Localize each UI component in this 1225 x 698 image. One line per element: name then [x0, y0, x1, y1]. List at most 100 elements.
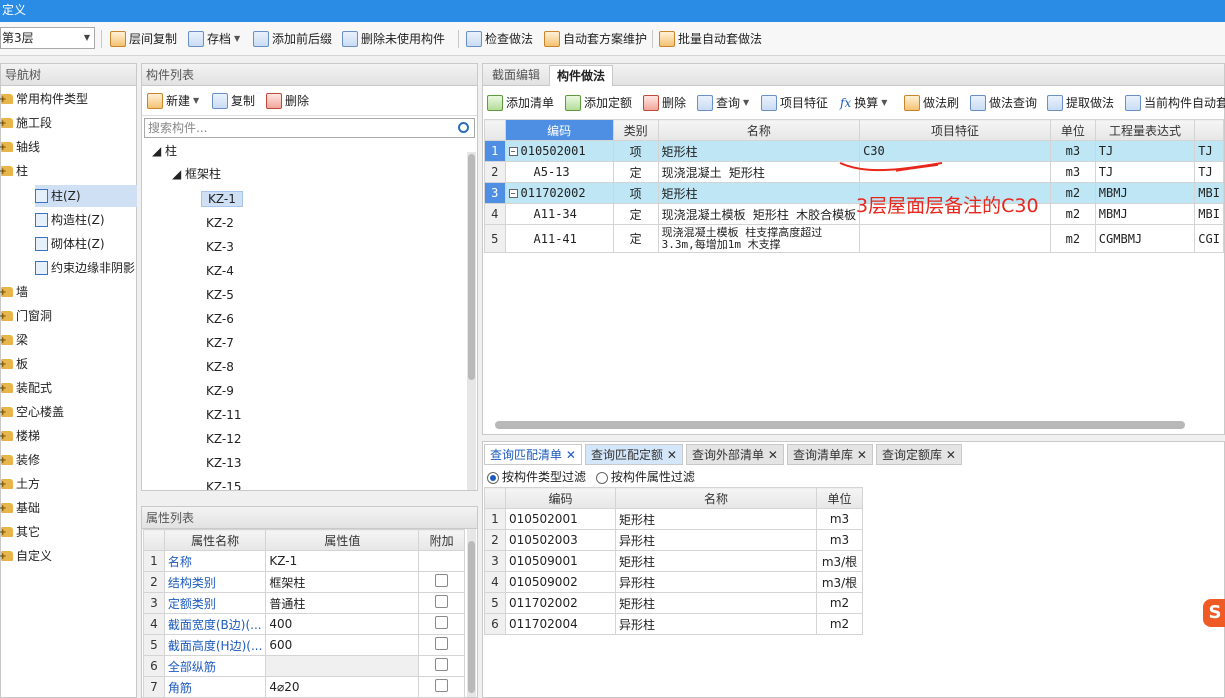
nav-item[interactable]: 楼梯 [0, 425, 40, 448]
nav-item[interactable]: 装配式 [0, 377, 52, 400]
archive-button[interactable]: 存档 ▼ [188, 28, 240, 50]
checkbox[interactable] [435, 658, 449, 671]
component-item[interactable]: KZ-7 [206, 332, 234, 354]
tab-query-match-quota[interactable]: 查询匹配定额 ✕ [585, 444, 683, 465]
item-feature-button[interactable]: 项目特征 [761, 93, 828, 113]
add-list-button[interactable]: 添加清单 [487, 93, 554, 113]
close-icon[interactable]: ✕ [857, 448, 867, 462]
filter-by-type-radio[interactable]: 按构件类型过滤 [487, 470, 586, 484]
current-auto-button[interactable]: 当前构件自动套 [1125, 93, 1225, 113]
table-row[interactable]: 3 010509001 矩形柱 m3/根 [484, 550, 863, 572]
method-query-button[interactable]: 做法查询 [970, 93, 1037, 113]
checkbox[interactable] [435, 616, 449, 629]
collapse-icon[interactable]: − [508, 147, 518, 156]
copy-component-button[interactable]: 复制 [212, 91, 255, 111]
nav-item[interactable]: 施工段 [0, 112, 52, 135]
table-row[interactable]: 6 011702004 异形柱 m2 [484, 613, 863, 635]
auto-scheme-button[interactable]: 自动套方案维护 [544, 28, 647, 50]
convert-button[interactable]: fx 换算 ▼ [840, 93, 887, 113]
batch-auto-button[interactable]: 批量自动套做法 [659, 28, 762, 50]
component-item-selected[interactable]: KZ-1 [201, 188, 243, 210]
table-row[interactable]: 5 截面高度(H边)(... 600 [143, 634, 465, 656]
nav-item[interactable]: 柱 [0, 160, 28, 183]
add-quota-button[interactable]: 添加定额 [565, 93, 632, 113]
tab-section-edit[interactable]: 截面编辑 [485, 65, 547, 86]
close-icon[interactable]: ✕ [946, 448, 956, 462]
floor-select[interactable]: 第3层 ▼ [0, 27, 95, 49]
table-row[interactable]: 7 角筋 4⌀20 [143, 676, 465, 698]
nav-item[interactable]: 轴线 [0, 136, 40, 159]
close-icon[interactable]: ✕ [566, 448, 576, 462]
table-row[interactable]: 2 010502003 异形柱 m3 [484, 529, 863, 551]
component-search-input[interactable]: 搜索构件... [144, 118, 475, 138]
nav-item[interactable]: 常用构件类型 [0, 88, 88, 111]
tab-query-quota-library[interactable]: 查询定额库 ✕ [876, 444, 962, 465]
copy-between-floors-button[interactable]: 层间复制 [110, 28, 177, 50]
method-brush-button[interactable]: 做法刷 [904, 93, 959, 113]
nav-item[interactable]: 自定义 [0, 545, 52, 568]
table-row[interactable]: 5 011702002 矩形柱 m2 [484, 592, 863, 614]
scrollbar-thumb[interactable] [468, 541, 475, 693]
component-item[interactable]: KZ-12 [206, 428, 241, 450]
table-row[interactable]: 3 定额类别 普通柱 [143, 592, 465, 614]
tab-query-match-list[interactable]: 查询匹配清单 ✕ [484, 444, 582, 465]
nav-subitem-edge[interactable]: 约束边缘非阴影 [35, 257, 138, 279]
nav-item[interactable]: 基础 [0, 497, 40, 520]
component-item[interactable]: KZ-15 [206, 476, 241, 490]
component-item[interactable]: KZ-13 [206, 452, 241, 474]
add-prefix-suffix-button[interactable]: 添加前后缀 [253, 28, 332, 50]
method-horizontal-scrollbar[interactable] [495, 421, 1185, 429]
nav-subitem-construct-column[interactable]: 构造柱(Z) [35, 209, 105, 231]
nav-item[interactable]: 其它 [0, 521, 40, 544]
nav-item[interactable]: 土方 [0, 473, 40, 496]
checkbox[interactable] [435, 595, 449, 608]
table-row[interactable]: 3 −011702002 项 矩形柱 m2 MBMJ MBI [484, 182, 1224, 204]
table-row[interactable]: 2 结构类别 框架柱 [143, 571, 465, 593]
query-button[interactable]: 查询 ▼ [697, 93, 749, 113]
table-row[interactable]: 1 010502001 矩形柱 m3 [484, 508, 863, 530]
component-item[interactable]: KZ-9 [206, 380, 234, 402]
filter-by-attr-radio[interactable]: 按构件属性过滤 [595, 470, 695, 484]
tab-query-external-list[interactable]: 查询外部清单 ✕ [686, 444, 784, 465]
nav-subitem-masonry-column[interactable]: 砌体柱(Z) [35, 233, 105, 255]
nav-item[interactable]: 门窗洞 [0, 305, 52, 328]
checkbox[interactable] [435, 637, 449, 650]
scrollbar-thumb[interactable] [468, 154, 475, 380]
checkbox[interactable] [435, 574, 449, 587]
component-item[interactable]: KZ-5 [206, 284, 234, 306]
table-row[interactable]: 6 全部纵筋 [143, 655, 465, 677]
check-method-button[interactable]: 检查做法 [466, 28, 533, 50]
nav-item[interactable]: 板 [0, 353, 28, 376]
component-item[interactable]: KZ-2 [206, 212, 234, 234]
tree-group[interactable]: ◢ 框架柱 [172, 163, 221, 185]
component-item[interactable]: KZ-11 [206, 404, 241, 426]
nav-item[interactable]: 墙 [0, 281, 28, 304]
component-item[interactable]: KZ-4 [206, 260, 234, 282]
extract-method-button[interactable]: 提取做法 [1047, 93, 1114, 113]
close-icon[interactable]: ✕ [768, 448, 778, 462]
component-list-scrollbar[interactable] [467, 152, 476, 490]
component-item[interactable]: KZ-6 [206, 308, 234, 330]
table-row[interactable]: 4 010509002 异形柱 m3/根 [484, 571, 863, 593]
nav-item[interactable]: 装修 [0, 449, 40, 472]
attribute-scrollbar[interactable] [467, 529, 476, 697]
nav-item[interactable]: 梁 [0, 329, 28, 352]
delete-unused-button[interactable]: 删除未使用构件 [342, 28, 445, 50]
component-item[interactable]: KZ-3 [206, 236, 234, 258]
table-row[interactable]: 4 A11-34 定 现浇混凝土模板 矩形柱 木胶合模板 m2 MBMJ MBI [484, 203, 1224, 225]
tree-root[interactable]: ◢ 柱 [152, 140, 177, 162]
delete-method-button[interactable]: 删除 [643, 93, 686, 113]
checkbox[interactable] [435, 679, 449, 692]
nav-subitem-column[interactable]: 柱(Z) [35, 185, 137, 207]
component-item[interactable]: KZ-8 [206, 356, 234, 378]
table-row[interactable]: 4 截面宽度(B边)(... 400 [143, 613, 465, 635]
tab-component-method[interactable]: 构件做法 [549, 65, 614, 86]
tab-query-list-library[interactable]: 查询清单库 ✕ [787, 444, 873, 465]
collapse-icon[interactable]: − [508, 189, 518, 198]
close-icon[interactable]: ✕ [667, 448, 677, 462]
new-component-button[interactable]: 新建 ▼ [147, 91, 199, 111]
delete-component-button[interactable]: 删除 [266, 91, 309, 111]
nav-item[interactable]: 空心楼盖 [0, 401, 64, 424]
sogou-ime-logo-icon[interactable]: S [1203, 599, 1225, 627]
table-row[interactable]: 1 名称 KZ-1 [143, 550, 465, 572]
